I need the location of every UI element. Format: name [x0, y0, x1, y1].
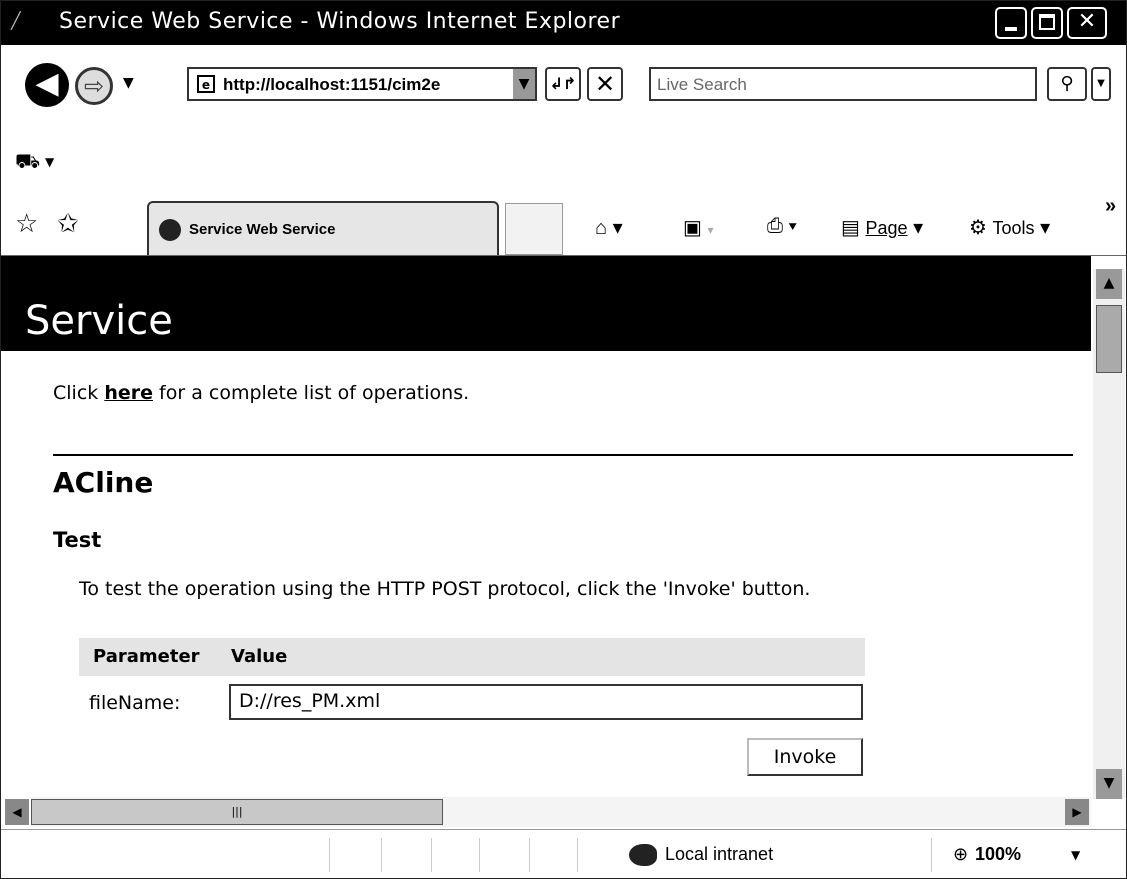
scroll-up-button[interactable]: ▲	[1096, 269, 1122, 299]
search-input[interactable]: Live Search	[649, 67, 1037, 101]
minimize-icon	[1005, 27, 1017, 31]
search-button[interactable]: ⚲	[1047, 67, 1087, 101]
page-menu-label: Page	[865, 218, 908, 238]
browser-icon: ╱	[11, 11, 21, 30]
intro-suffix: for a complete list of operations.	[153, 382, 470, 404]
test-description: To test the operation using the HTTP POS…	[79, 578, 811, 600]
tab-service-web-service[interactable]: Service Web Service	[147, 201, 499, 255]
maximize-button[interactable]	[1031, 7, 1063, 39]
zoom-level[interactable]: 100%	[975, 844, 1021, 865]
status-separator	[529, 838, 530, 872]
scroll-left-button[interactable]: ◀	[5, 799, 29, 825]
status-separator	[381, 838, 382, 872]
filename-label: fileName:	[89, 692, 181, 714]
zoom-dropdown[interactable]: ▼	[1071, 848, 1080, 862]
new-tab-button[interactable]	[505, 203, 563, 255]
status-separator	[479, 838, 480, 872]
tools-menu[interactable]: ⚙ Tools ▾	[969, 215, 1050, 240]
horizontal-scroll-thumb[interactable]: |||	[31, 799, 443, 825]
tools-icon: ⚙	[969, 217, 987, 239]
filename-input[interactable]: D://res_PM.xml	[229, 684, 863, 720]
tab-label: Service Web Service	[189, 221, 336, 238]
home-icon[interactable]: ⌂ ▾	[595, 215, 623, 240]
status-separator	[577, 838, 578, 872]
back-icon: ◀	[35, 66, 59, 101]
security-zone-label[interactable]: Local intranet	[665, 844, 773, 865]
invoke-button[interactable]: Invoke	[747, 738, 863, 776]
tab-bar: ☆ ✩ Service Web Service ⌂ ▾ ▣ ▾ ⎙ ▾ ▤ Pa…	[1, 181, 1126, 256]
intro-text: Click here for a complete list of operat…	[53, 382, 469, 404]
vertical-scrollbar[interactable]: ▲ ▼	[1093, 269, 1125, 799]
status-separator	[431, 838, 432, 872]
add-favorites-icon[interactable]: ✩	[57, 209, 79, 239]
scroll-down-button[interactable]: ▼	[1096, 769, 1122, 799]
close-button[interactable]: ✕	[1067, 7, 1107, 39]
back-button[interactable]: ◀	[25, 63, 69, 107]
vertical-scroll-thumb[interactable]	[1096, 305, 1122, 373]
search-options-dropdown[interactable]: ▼	[1091, 67, 1111, 101]
address-dropdown-button[interactable]: ▼	[513, 69, 535, 99]
parameter-table-header: Parameter Value	[79, 638, 865, 676]
stop-icon: ✕	[594, 70, 616, 98]
status-separator	[931, 838, 932, 872]
navigation-bar: ◀ ⇨ ▼ e http://localhost:1151/cim2e ▼ ↲↱…	[1, 45, 1126, 173]
value-column-header: Value	[231, 646, 288, 667]
recent-pages-dropdown[interactable]: ▼	[123, 75, 134, 91]
refresh-icon: ↲↱	[549, 74, 577, 93]
operations-list-link[interactable]: here	[104, 382, 153, 404]
address-bar[interactable]: e http://localhost:1151/cim2e ▼	[187, 67, 537, 101]
title-bar: ╱ Service Web Service - Windows Internet…	[1, 1, 1126, 45]
print-icon[interactable]: ⎙ ▾	[767, 215, 797, 238]
stop-button[interactable]: ✕	[587, 67, 623, 101]
refresh-button[interactable]: ↲↱	[545, 67, 581, 101]
search-placeholder: Live Search	[657, 75, 747, 94]
parameter-column-header: Parameter	[93, 646, 200, 667]
page-menu[interactable]: ▤ Page ▾	[841, 215, 923, 240]
links-dropdown[interactable]: ▼	[45, 155, 54, 169]
window-title: Service Web Service - Windows Internet E…	[59, 9, 621, 34]
address-url[interactable]: http://localhost:1151/cim2e	[223, 75, 503, 95]
search-icon: ⚲	[1060, 73, 1074, 94]
zoom-icon: ⊕	[953, 844, 969, 865]
zone-icon	[629, 844, 657, 866]
ie-page-icon: e	[197, 75, 215, 93]
page-icon: ▤	[841, 217, 860, 239]
operation-heading: ACline	[53, 466, 154, 499]
status-separator	[329, 838, 330, 872]
page-banner: Service	[1, 256, 1091, 351]
more-commands-button[interactable]: »	[1105, 195, 1116, 218]
minimize-button[interactable]	[995, 7, 1027, 39]
tools-menu-label: Tools	[992, 218, 1035, 238]
browser-window: ╱ Service Web Service - Windows Internet…	[0, 0, 1127, 879]
horizontal-scrollbar[interactable]: ◀ ||| ▶	[5, 797, 1091, 827]
section-divider	[53, 454, 1073, 456]
forward-button[interactable]: ⇨	[75, 67, 113, 105]
page-content: Service Click here for a complete list o…	[1, 256, 1091, 789]
links-icon[interactable]: ⛟	[15, 149, 40, 176]
close-icon: ✕	[1077, 9, 1097, 34]
intro-prefix: Click	[53, 382, 105, 404]
maximize-icon	[1039, 14, 1055, 30]
feeds-icon[interactable]: ▣ ▾	[683, 215, 713, 240]
forward-icon: ⇨	[83, 72, 105, 100]
status-bar: Local intranet ⊕ 100% ▼	[1, 829, 1126, 878]
favorites-icon[interactable]: ☆	[15, 209, 38, 239]
page-title: Service	[25, 298, 173, 344]
page-loading-icon	[159, 219, 181, 241]
scroll-right-button[interactable]: ▶	[1065, 799, 1089, 825]
test-heading: Test	[53, 528, 102, 552]
